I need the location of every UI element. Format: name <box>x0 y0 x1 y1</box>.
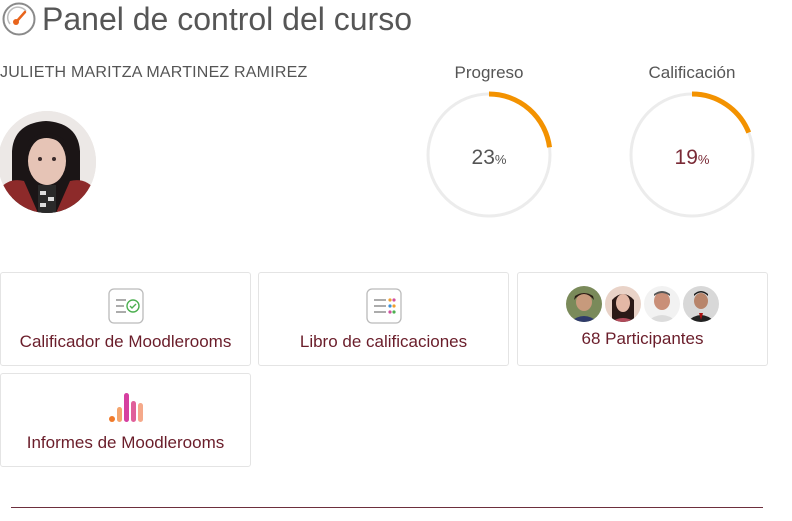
participant-avatars <box>566 286 719 322</box>
gradebook-tile[interactable]: Libro de calificaciones <box>258 272 509 366</box>
participants-label: 68 Participantes <box>581 329 704 348</box>
participant-avatar[interactable] <box>566 286 602 322</box>
reports-label: Informes de Moodlerooms <box>26 433 225 452</box>
gradebook-list-icon <box>365 288 402 324</box>
participant-photo <box>644 286 680 322</box>
participant-avatar[interactable] <box>605 286 641 322</box>
grader-check-icon <box>107 288 144 324</box>
grader-label: Calificador de Moodlerooms <box>19 332 232 351</box>
user-photo <box>0 111 96 213</box>
grade-value: 19% <box>627 146 757 170</box>
dashboard-icon <box>2 2 36 36</box>
grade-unit: % <box>697 152 710 167</box>
participant-photo <box>605 286 641 322</box>
section-divider <box>11 507 763 508</box>
bar-chart-icon <box>108 393 143 422</box>
participant-photo <box>566 286 602 322</box>
grader-tile[interactable]: Calificador de Moodlerooms <box>0 272 251 366</box>
user-avatar[interactable] <box>0 111 96 213</box>
grade-arc <box>691 91 752 134</box>
progress-value: 23% <box>424 146 554 170</box>
participant-avatar[interactable] <box>644 286 680 322</box>
grade-number: 19 <box>674 146 698 169</box>
progress-arc <box>488 91 553 148</box>
page-header: Panel de control del curso <box>0 0 412 38</box>
participants-tile[interactable]: 68 Participantes <box>517 272 768 366</box>
grade-gauge: Calificación 19% <box>627 62 757 222</box>
progress-number: 23 <box>471 146 495 169</box>
reports-tile[interactable]: Informes de Moodlerooms <box>0 373 251 467</box>
user-full-name: JULIETH MARITZA MARTINEZ RAMIREZ <box>0 64 308 81</box>
progress-unit: % <box>494 152 507 167</box>
progress-gauge: Progreso 23% <box>424 62 554 222</box>
participant-photo <box>683 286 719 322</box>
gradebook-label: Libro de calificaciones <box>299 332 468 351</box>
page-title: Panel de control del curso <box>42 1 412 37</box>
progress-label: Progreso <box>454 63 524 82</box>
grade-label: Calificación <box>648 63 736 82</box>
participant-avatar[interactable] <box>683 286 719 322</box>
